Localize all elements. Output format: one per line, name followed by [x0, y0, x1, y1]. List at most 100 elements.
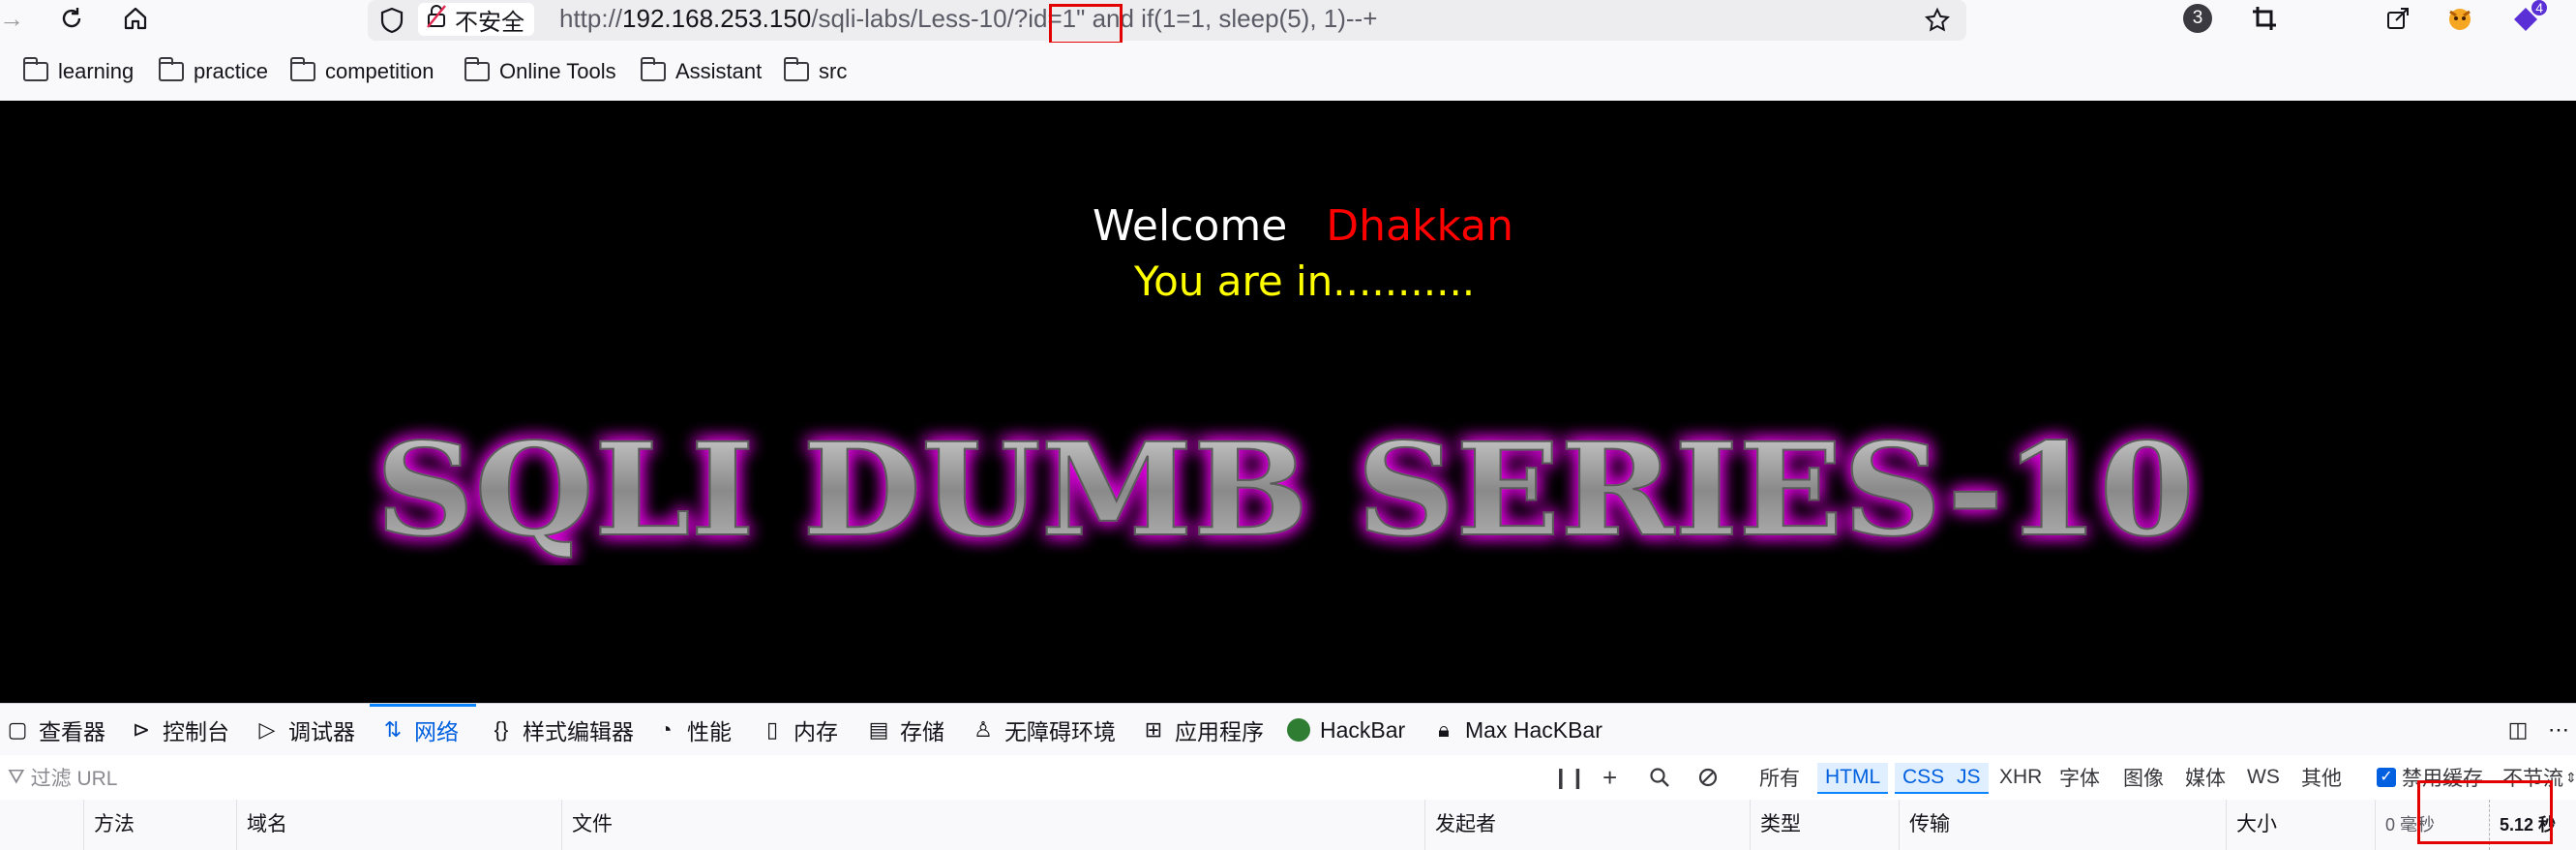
bookmark-label: Assistant — [675, 59, 763, 83]
network-table-header: 方法 域名 文件 发起者 类型 传输 大小 0 毫秒 5.12 秒 — [0, 800, 2576, 850]
column-transferred[interactable]: 传输 — [1899, 800, 1950, 850]
debugger-icon: ▷ — [258, 717, 276, 742]
login-status: You are in........... — [1134, 258, 1476, 305]
type-filter-all[interactable]: 所有 — [1759, 763, 1800, 792]
checkbox-checked-icon: ✓ — [2377, 768, 2396, 787]
tab-inspector[interactable]: ▢ 查看器 — [6, 712, 105, 748]
timing-highlight-box — [2417, 780, 2553, 844]
site-security-button[interactable]: 不安全 — [418, 3, 534, 36]
type-filter-other[interactable]: 其他 — [2301, 763, 2342, 792]
tab-label: 样式编辑器 — [523, 719, 634, 744]
dock-toggle-icon[interactable]: ◫ — [2506, 712, 2530, 748]
bookmark-folder-src[interactable]: src — [784, 56, 847, 87]
tab-hackbar[interactable]: HackBar — [1287, 712, 1405, 748]
url-text[interactable]: http://192.168.253.150/sqli-labs/Less-10… — [559, 0, 1377, 39]
crop-screenshot-icon[interactable] — [2247, 2, 2282, 35]
select-arrows-icon: ⇕ — [2565, 769, 2576, 785]
filter-url-input[interactable]: ⛛ 过滤 URL — [8, 763, 118, 792]
fox-extension-icon[interactable] — [2442, 2, 2477, 35]
tab-application[interactable]: ⊞ 应用程序 — [1142, 712, 1264, 748]
url-bar[interactable]: 不安全 http://192.168.253.150/sqli-labs/Les… — [368, 0, 1966, 45]
column-file[interactable]: 文件 — [561, 800, 613, 850]
max-hackbar-lock-icon: 🔒︎ — [1438, 717, 1450, 742]
bookmark-folder-assistant[interactable]: Assistant — [641, 56, 762, 87]
reload-icon[interactable] — [54, 2, 89, 35]
tab-memory[interactable]: ▯ 内存 — [761, 712, 838, 748]
type-filter-js[interactable]: JS — [1949, 763, 1989, 794]
tab-performance[interactable]: ◔ 性能 — [654, 712, 732, 748]
purple-extension-icon[interactable]: 4 — [2506, 0, 2549, 35]
bookmark-label: competition — [325, 59, 434, 83]
application-grid-icon: ⊞ — [1144, 717, 1163, 742]
clear-icon[interactable] — [1697, 763, 1719, 792]
tab-storage[interactable]: ▤ 存储 — [867, 712, 944, 748]
extensions-count: 3 — [2183, 4, 2212, 33]
column-size[interactable]: 大小 — [2226, 800, 2277, 850]
bookmark-folder-practice[interactable]: practice — [159, 56, 268, 87]
type-filter-html[interactable]: HTML — [1817, 763, 1889, 794]
security-label: 不安全 — [455, 9, 524, 36]
folder-icon — [23, 57, 48, 81]
bookmarks-toolbar: learning practice competition Online Too… — [0, 43, 2576, 102]
console-icon: ⊳ — [132, 717, 151, 742]
column-initiator[interactable]: 发起者 — [1424, 800, 1496, 850]
type-filter-images[interactable]: 图像 — [2123, 763, 2164, 792]
pause-recording-icon[interactable]: ❙❙ — [1552, 763, 1586, 792]
bookmark-label: Online Tools — [499, 59, 616, 83]
network-icon: ⇅ — [383, 717, 403, 742]
home-icon[interactable] — [118, 2, 153, 35]
bookmark-label: learning — [58, 59, 135, 83]
folder-icon — [464, 57, 490, 81]
tab-label: 无障碍环境 — [1004, 719, 1116, 744]
tab-accessibility[interactable]: ♙ 无障碍环境 — [972, 712, 1116, 748]
tab-console[interactable]: ⊳ 控制台 — [130, 712, 229, 748]
tab-label: Max HacKBar — [1465, 716, 1603, 743]
add-icon[interactable]: + — [1603, 763, 1617, 792]
tab-label: 存储 — [900, 719, 944, 744]
url-highlight-box — [1049, 4, 1123, 45]
storage-icon: ▤ — [868, 717, 889, 742]
bookmark-star-icon[interactable] — [1920, 4, 1955, 37]
tracking-shield-icon[interactable] — [375, 4, 408, 37]
insecure-lock-icon — [426, 4, 447, 36]
welcome-text: Welcome — [1093, 201, 1288, 251]
more-options-icon[interactable]: ⋯ — [2547, 712, 2570, 748]
folder-icon — [290, 57, 315, 81]
series-banner: SQLI DUMB SERIES-10 — [374, 414, 2196, 565]
tab-style-editor[interactable]: {} 样式编辑器 — [490, 712, 634, 748]
bookmark-folder-online-tools[interactable]: Online Tools — [464, 56, 616, 87]
forward-icon[interactable]: → — [0, 2, 24, 35]
inspector-icon: ▢ — [7, 717, 28, 742]
style-editor-icon: {} — [494, 717, 509, 742]
column-domain[interactable]: 域名 — [236, 800, 287, 850]
selected-tab-indicator — [370, 704, 476, 707]
type-filter-css[interactable]: CSS — [1895, 763, 1953, 794]
search-icon[interactable] — [1649, 763, 1670, 792]
tab-max-hackbar[interactable]: 🔒︎ Max HacKBar — [1432, 712, 1603, 748]
column-method[interactable]: 方法 — [83, 800, 135, 850]
column-type[interactable]: 类型 — [1750, 800, 1801, 850]
type-filter-media[interactable]: 媒体 — [2185, 763, 2226, 792]
extensions-badge[interactable]: 3 — [2181, 2, 2214, 35]
type-filter-fonts[interactable]: 字体 — [2059, 763, 2100, 792]
tab-label: 性能 — [687, 719, 732, 744]
tab-label: 查看器 — [39, 719, 105, 744]
accessibility-icon: ♙ — [973, 717, 993, 742]
performance-icon: ◔ — [659, 717, 673, 742]
tab-label: 应用程序 — [1175, 719, 1264, 744]
browser-toolbar: → 不安全 http://192.168.253.150/sqli-labs/L… — [0, 0, 2576, 45]
url-host: 192.168.253.150 — [622, 4, 812, 33]
hackbar-icon — [1287, 718, 1310, 742]
tab-debugger[interactable]: ▷ 调试器 — [255, 712, 355, 748]
bookmark-folder-learning[interactable]: learning — [23, 56, 134, 87]
folder-icon — [159, 57, 184, 81]
tab-label: 网络 — [414, 719, 459, 744]
share-icon[interactable] — [2381, 2, 2415, 35]
type-filter-ws[interactable]: WS — [2247, 763, 2280, 792]
folder-icon — [641, 57, 666, 81]
tab-label: 调试器 — [288, 719, 355, 744]
tab-network[interactable]: ⇅ 网络 — [381, 712, 459, 748]
bookmark-folder-competition[interactable]: competition — [290, 56, 434, 87]
bookmark-label: src — [819, 59, 848, 83]
type-filter-xhr[interactable]: XHR — [1999, 763, 2042, 792]
